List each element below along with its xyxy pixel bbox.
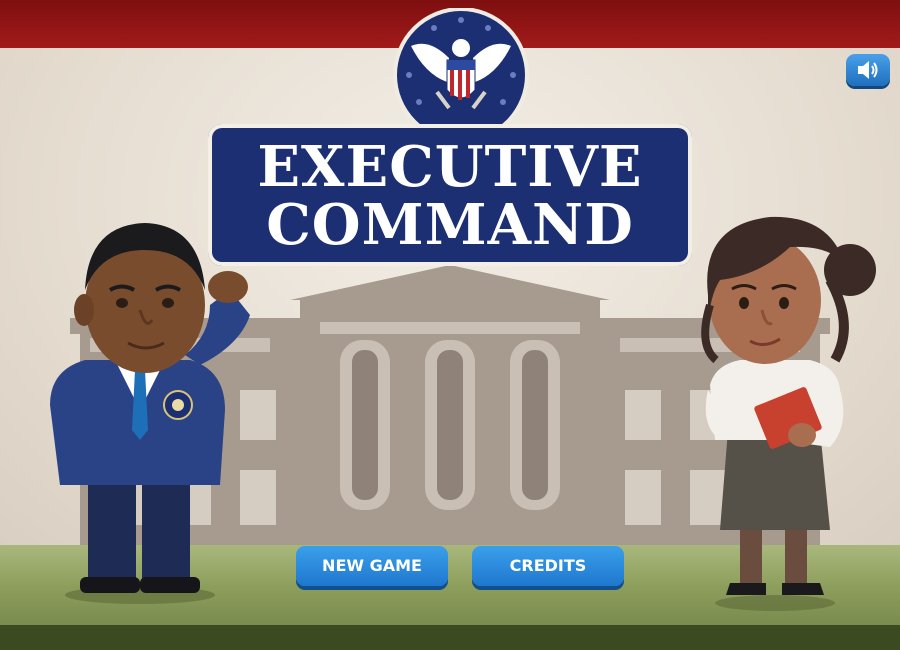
game-scene: EXECUTIVE COMMAND NEW GAME CREDITS	[0, 0, 900, 650]
speaker-volume-icon	[858, 61, 878, 79]
presidential-seal-icon	[393, 8, 529, 142]
game-title: EXECUTIVE COMMAND	[208, 124, 692, 266]
lawn-border	[0, 625, 900, 650]
new-game-button[interactable]: NEW GAME	[296, 546, 448, 586]
title-line-2: COMMAND	[266, 192, 634, 258]
title-line-1: EXECUTIVE	[257, 134, 643, 200]
credits-button[interactable]: CREDITS	[472, 546, 624, 586]
female-advisor-character	[701, 216, 876, 611]
male-advisor-character	[50, 223, 250, 604]
sound-toggle-button[interactable]	[846, 54, 890, 86]
